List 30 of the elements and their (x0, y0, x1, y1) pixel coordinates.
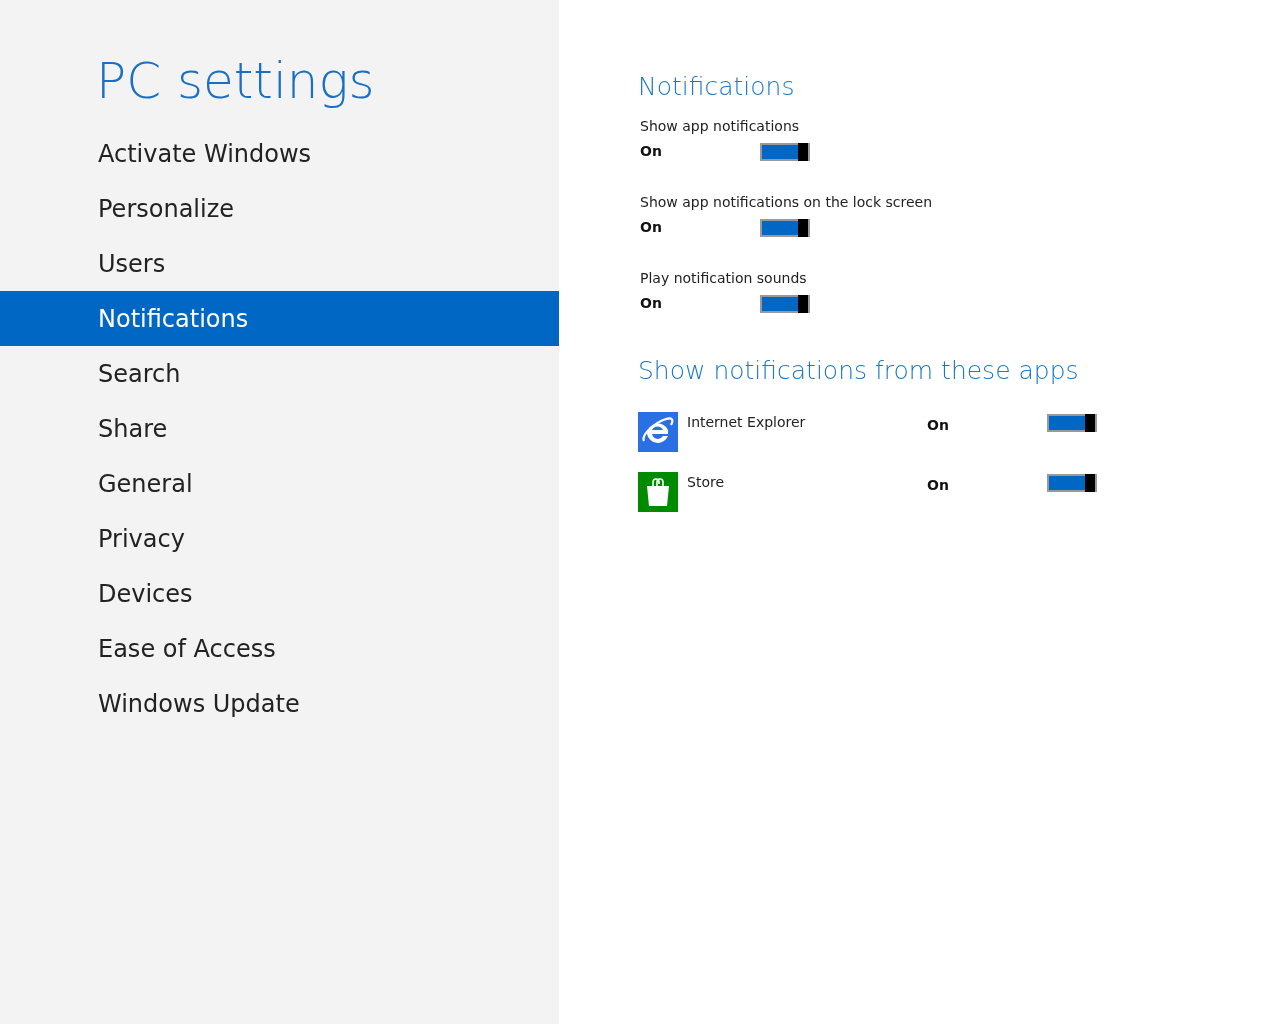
toggle-state: On (927, 416, 950, 435)
toggle-state: On (640, 218, 663, 237)
app-name: Store (687, 473, 725, 492)
sidebar-item[interactable]: Ease of Access (0, 621, 559, 676)
toggle-switch[interactable] (760, 218, 810, 237)
section-heading: Show notifications from these apps (638, 356, 1080, 386)
shopping-bag-icon (645, 477, 671, 507)
toggle-switch[interactable] (760, 142, 810, 161)
sidebar-item[interactable]: Devices (0, 566, 559, 621)
sidebar-item[interactable]: Notifications (0, 291, 559, 346)
sidebar-item[interactable]: General (0, 456, 559, 511)
setting-label: Show app notifications (640, 117, 801, 136)
sidebar-item[interactable]: Windows Update (0, 676, 559, 731)
sidebar-item[interactable]: Personalize (0, 181, 559, 236)
toggle-state: On (927, 476, 950, 495)
toggle-switch[interactable] (1047, 474, 1097, 492)
toggle-state: On (640, 294, 663, 313)
sidebar-item[interactable]: Share (0, 401, 559, 456)
sidebar-item[interactable]: Users (0, 236, 559, 291)
section-heading: Notifications (638, 72, 796, 102)
sidebar-item[interactable]: Privacy (0, 511, 559, 566)
setting-label: Play notification sounds (640, 269, 808, 288)
sidebar-item[interactable]: Search (0, 346, 559, 401)
setting-label: Show app notifications on the lock screen (640, 193, 934, 212)
page-title: PC settings (96, 51, 376, 112)
toggle-state: On (640, 142, 663, 161)
toggle-switch[interactable] (760, 294, 810, 313)
sidebar-item[interactable]: Activate Windows (0, 126, 559, 181)
toggle-switch[interactable] (1047, 414, 1097, 432)
app-name: Internet Explorer (687, 413, 807, 432)
